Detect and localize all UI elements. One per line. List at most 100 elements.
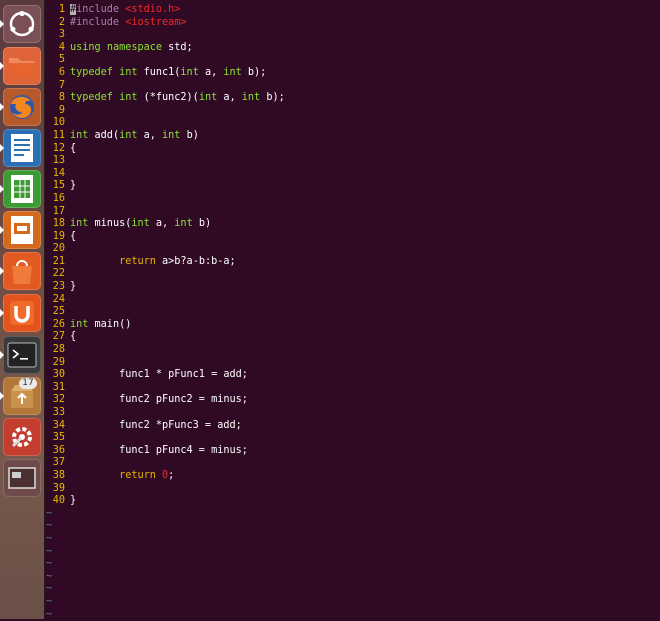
code-token: b); [242, 67, 267, 78]
launcher-terminal[interactable] [3, 336, 41, 374]
empty-buffer-line: ~ [45, 533, 660, 546]
launcher-system-settings[interactable] [3, 418, 41, 456]
folder-icon [7, 53, 37, 79]
code-line[interactable]: 1#include <stdio.h> [45, 4, 660, 17]
line-number: 4 [45, 42, 65, 55]
launcher-workspace-switcher[interactable] [3, 459, 41, 497]
running-indicator [0, 392, 4, 400]
code-token: func2 pFunc2 = minus; [70, 394, 248, 405]
empty-buffer-line: ~ [45, 583, 660, 596]
line-number: 10 [45, 117, 65, 130]
code-line[interactable]: 31 [45, 382, 660, 395]
code-token: b); [260, 92, 285, 103]
code-line[interactable]: 9 [45, 105, 660, 118]
launcher-libreoffice-impress[interactable] [3, 211, 41, 249]
line-number: 1 [45, 4, 65, 17]
launcher-dash-home[interactable] [3, 5, 41, 43]
code-line[interactable]: 7 [45, 80, 660, 93]
code-token: b) [180, 130, 198, 141]
line-number: 12 [45, 143, 65, 156]
code-line[interactable]: 29 [45, 357, 660, 370]
impress-presentation-icon [9, 215, 35, 245]
launcher-libreoffice-calc[interactable] [3, 170, 41, 208]
code-line[interactable]: 14 [45, 168, 660, 181]
code-line[interactable]: 27{ [45, 331, 660, 344]
code-token: func2 *pFunc3 = add; [70, 420, 242, 431]
code-line[interactable]: 26int main() [45, 319, 660, 332]
code-token: minus( [88, 218, 131, 229]
code-line[interactable]: 39 [45, 483, 660, 496]
code-line[interactable]: 28 [45, 344, 660, 357]
ubuntu-one-icon [7, 298, 37, 328]
code-token: a, [199, 67, 224, 78]
code-line[interactable]: 18int minus(int a, int b) [45, 218, 660, 231]
terminal-icon [7, 342, 37, 368]
line-number: 24 [45, 294, 65, 307]
code-token: func1 pFunc4 = minus; [70, 445, 248, 456]
code-line[interactable]: 40} [45, 495, 660, 508]
code-line[interactable]: 3 [45, 29, 660, 42]
launcher-ubuntu-one[interactable] [3, 294, 41, 332]
code-token: a, [137, 130, 162, 141]
line-number: 18 [45, 218, 65, 231]
code-token: } [70, 281, 76, 292]
line-number: 23 [45, 281, 65, 294]
launcher-firefox[interactable] [3, 88, 41, 126]
code-line[interactable]: 6typedef int func1(int a, int b); [45, 67, 660, 80]
code-line[interactable]: 33 [45, 407, 660, 420]
running-indicator [0, 267, 4, 275]
code-line[interactable]: 38 return 0; [45, 470, 660, 483]
code-token: { [70, 231, 76, 242]
code-line[interactable]: 13 [45, 155, 660, 168]
launcher-software-center[interactable] [3, 252, 41, 290]
code-token: int [242, 92, 260, 103]
code-line[interactable]: 36 func1 pFunc4 = minus; [45, 445, 660, 458]
code-line[interactable]: 20 [45, 243, 660, 256]
code-line[interactable]: 8typedef int (*func2)(int a, int b); [45, 92, 660, 105]
code-line[interactable]: 19 { [45, 231, 660, 244]
vim-editor[interactable]: 1#include <stdio.h>2#include <iostream>3… [45, 0, 660, 619]
running-indicator [0, 226, 4, 234]
code-line[interactable]: 16 [45, 193, 660, 206]
code-line[interactable]: 2#include <iostream> [45, 17, 660, 30]
code-line[interactable]: 22 [45, 268, 660, 281]
empty-buffer-line: ~ [45, 558, 660, 571]
code-line[interactable]: 4using namespace std; [45, 42, 660, 55]
code-line[interactable]: 37 [45, 457, 660, 470]
line-number: 36 [45, 445, 65, 458]
empty-buffer-line: ~ [45, 571, 660, 584]
code-token: return [119, 256, 156, 267]
code-line[interactable]: 10 [45, 117, 660, 130]
code-line[interactable]: 24 [45, 294, 660, 307]
code-line[interactable]: 23} [45, 281, 660, 294]
code-token: int [131, 218, 149, 229]
empty-buffer-line: ~ [45, 546, 660, 559]
line-number: 34 [45, 420, 65, 433]
code-token: a, [150, 218, 175, 229]
code-token: func1 * pFunc1 = add; [70, 369, 248, 380]
launcher-libreoffice-writer[interactable] [3, 129, 41, 167]
code-line[interactable]: 30 func1 * pFunc1 = add; [45, 369, 660, 382]
code-line[interactable]: 17 [45, 206, 660, 219]
code-line[interactable]: 34 func2 *pFunc3 = add; [45, 420, 660, 433]
line-number: 11 [45, 130, 65, 143]
code-line[interactable]: 15} [45, 180, 660, 193]
code-line[interactable]: 35 [45, 432, 660, 445]
line-number: 21 [45, 256, 65, 269]
code-line[interactable]: 25 [45, 306, 660, 319]
code-token: (*func2)( [137, 92, 198, 103]
code-line[interactable]: 32 func2 pFunc2 = minus; [45, 394, 660, 407]
code-token: <iostream> [125, 17, 186, 28]
line-number: 40 [45, 495, 65, 508]
code-line[interactable]: 21 return a>b?a-b:b-a; [45, 256, 660, 269]
empty-buffer-line: ~ [45, 609, 660, 621]
launcher-files[interactable] [3, 47, 41, 85]
line-number: 19 [45, 231, 65, 244]
code-line[interactable]: 12{ [45, 143, 660, 156]
launcher-software-updater[interactable]: 17 [3, 377, 41, 415]
code-line[interactable]: 5 [45, 54, 660, 67]
code-token: int [70, 319, 88, 330]
code-line[interactable]: 11int add(int a, int b) [45, 130, 660, 143]
writer-document-icon [9, 133, 35, 163]
code-token: add( [88, 130, 119, 141]
